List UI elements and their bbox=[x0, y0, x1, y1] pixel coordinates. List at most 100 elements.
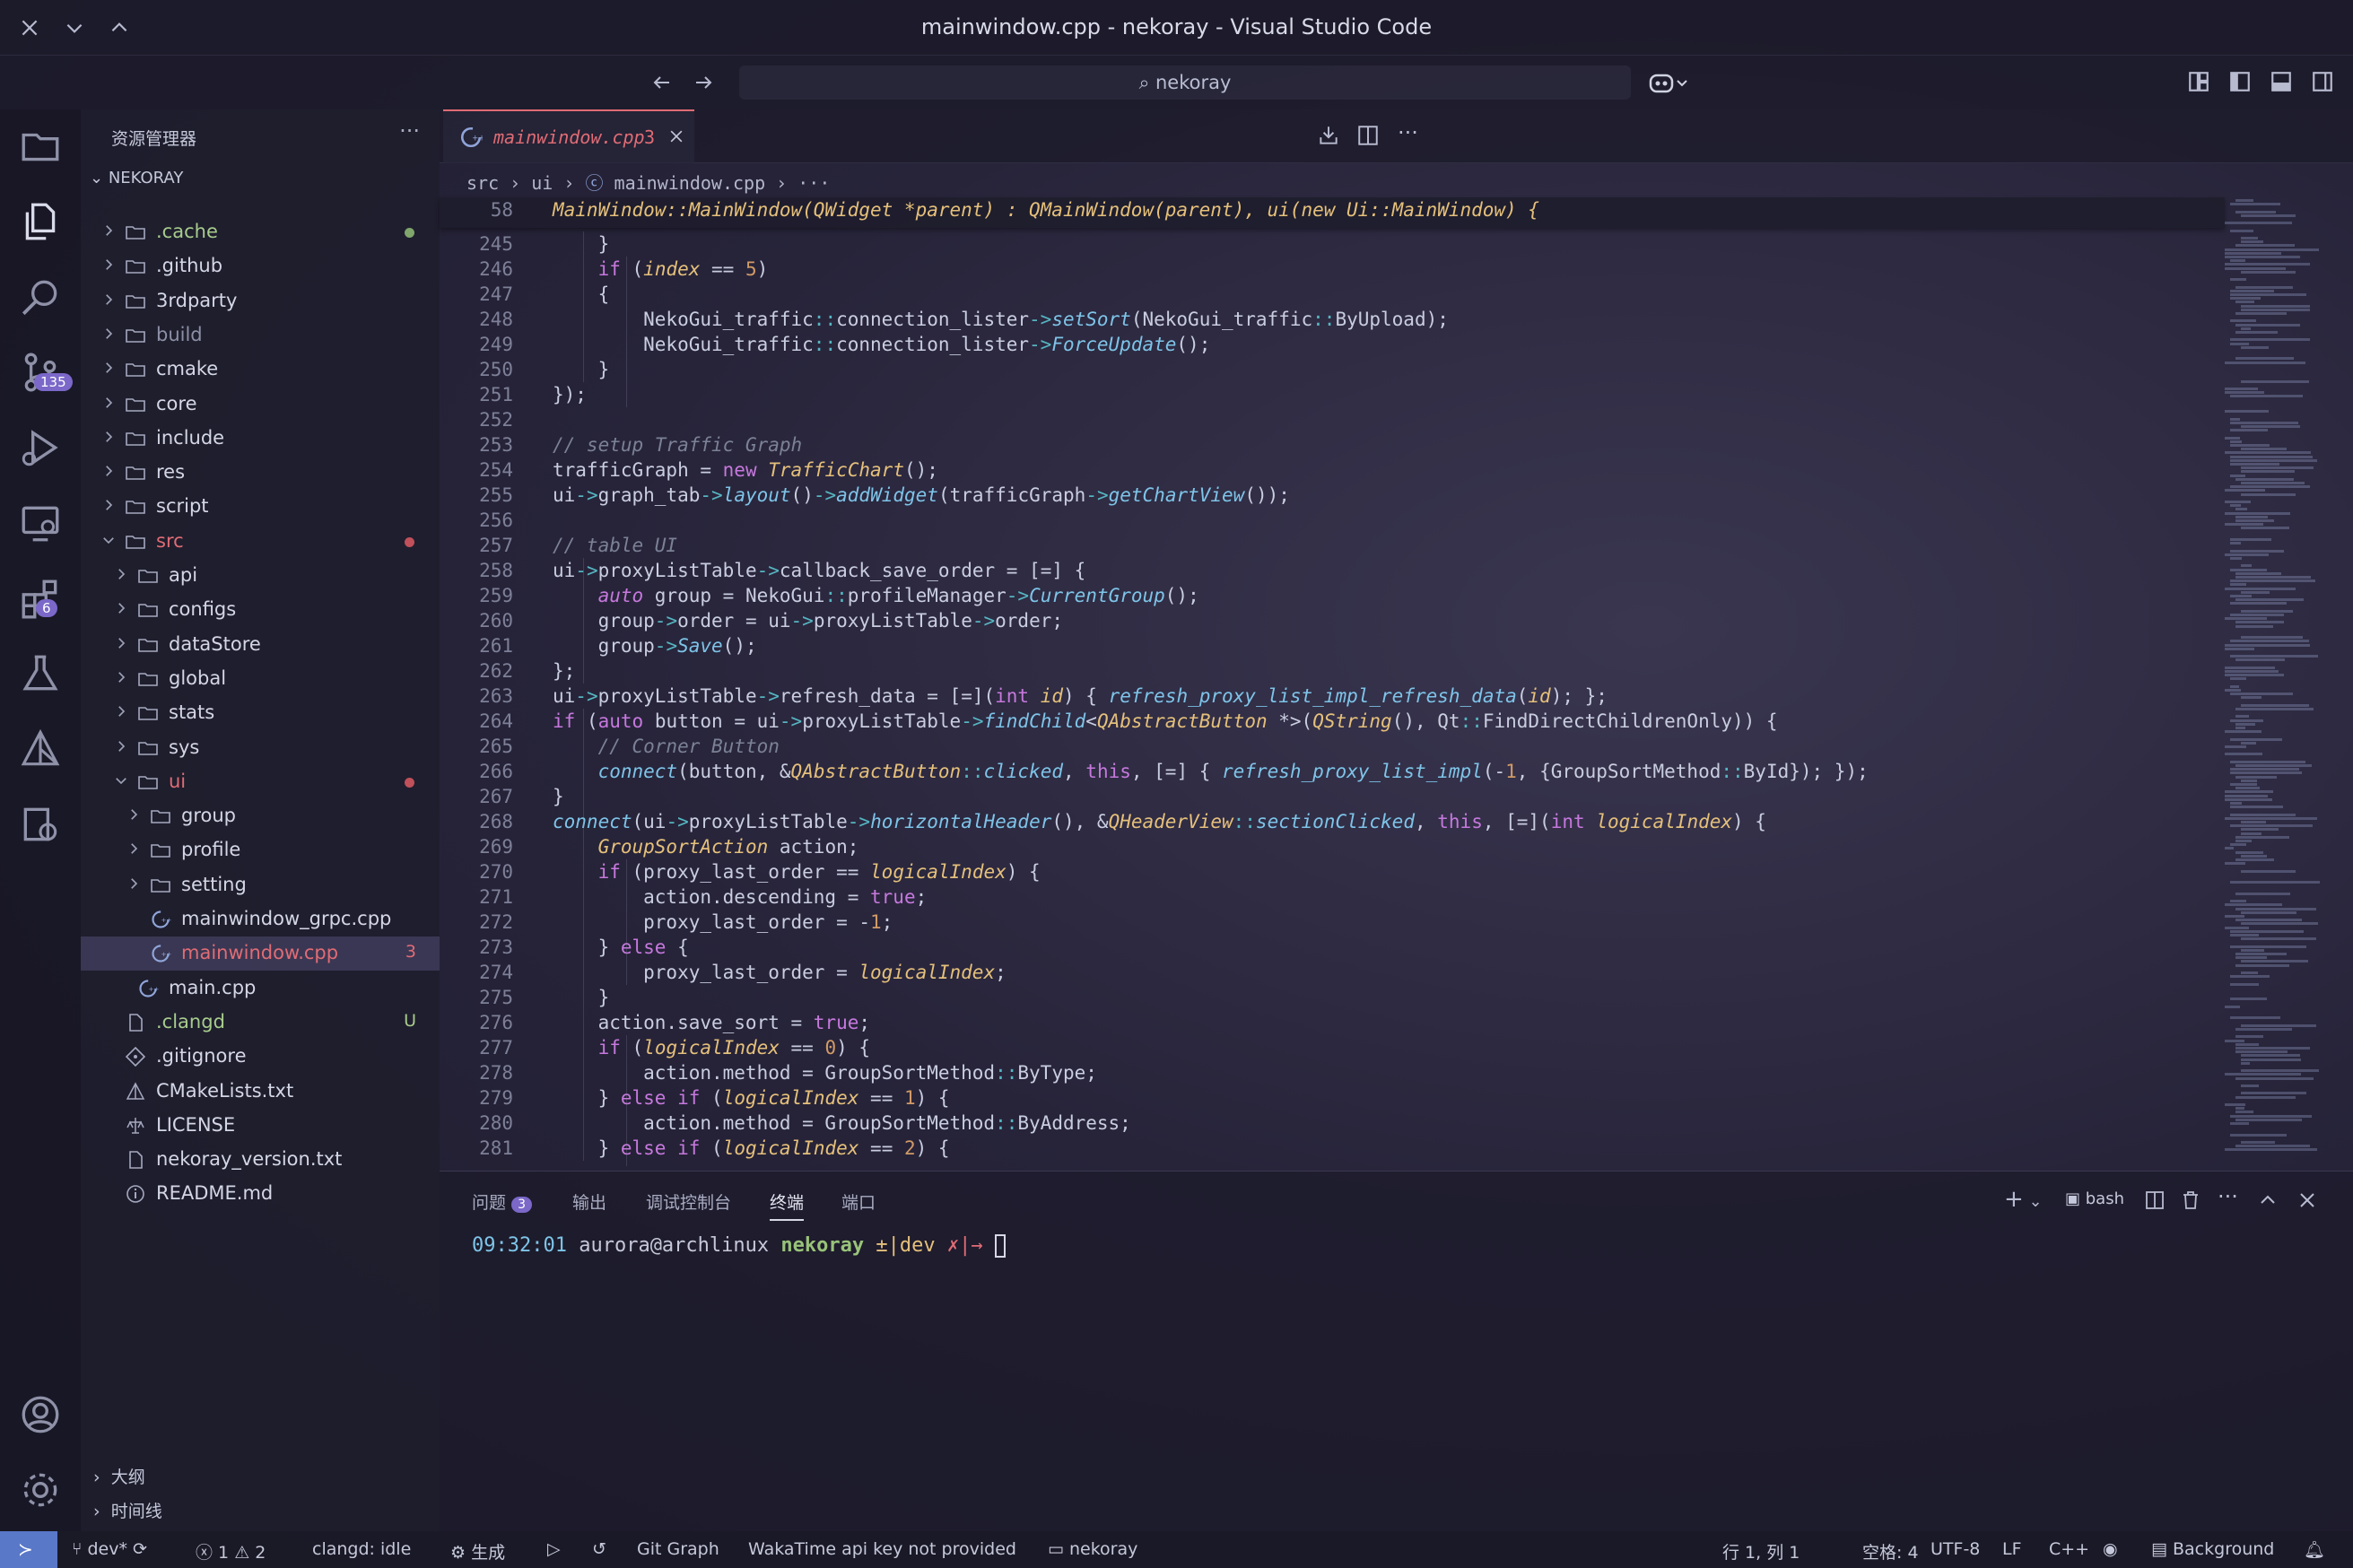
run-icon[interactable]: ▷ bbox=[547, 1539, 561, 1559]
remote-indicator[interactable]: ≻ bbox=[0, 1531, 57, 1568]
tree-file-row[interactable]: LICENSE bbox=[81, 1109, 440, 1143]
close-panel-icon[interactable] bbox=[2296, 1189, 2318, 1211]
breadcrumb-ui[interactable]: ui bbox=[531, 172, 553, 194]
wakatime-status[interactable]: WakaTime api key not provided bbox=[748, 1539, 1016, 1559]
tree-file-row[interactable]: ++ main.cpp bbox=[81, 971, 440, 1006]
breadcrumb-src[interactable]: src bbox=[466, 172, 499, 194]
tree-folder-row[interactable]: include bbox=[81, 422, 440, 456]
forward-arrow-icon[interactable] bbox=[693, 72, 714, 93]
tree-folder-row[interactable]: .cache bbox=[81, 215, 440, 249]
cursor-position[interactable]: 行 1, 列 1 bbox=[1722, 1539, 1800, 1564]
terminal-prompt[interactable]: 09:32:01 aurora@archlinux nekoray ±|dev … bbox=[472, 1234, 1006, 1258]
tree-file-row[interactable]: .gitignore bbox=[81, 1040, 440, 1074]
line-number: 254 bbox=[479, 459, 513, 481]
tree-file-row[interactable]: .clangd U bbox=[81, 1006, 440, 1040]
tree-folder-row[interactable]: src bbox=[81, 525, 440, 559]
run-debug-icon[interactable] bbox=[18, 425, 63, 470]
tree-folder-row[interactable]: 3rdparty bbox=[81, 284, 440, 318]
maximize-panel-icon[interactable] bbox=[2257, 1189, 2279, 1211]
tree-file-row[interactable]: README.md bbox=[81, 1177, 440, 1211]
tree-folder-row[interactable]: .github bbox=[81, 249, 440, 283]
tree-folder-row[interactable]: setting bbox=[81, 868, 440, 902]
close-tab-icon[interactable] bbox=[667, 127, 685, 145]
tree-folder-row[interactable]: profile bbox=[81, 833, 440, 867]
explorer-icon[interactable] bbox=[18, 199, 63, 244]
git-branch[interactable]: ⑂ dev* ⟳ bbox=[72, 1539, 147, 1559]
tree-folder-row[interactable]: sys bbox=[81, 731, 440, 765]
split-editor-icon[interactable] bbox=[1356, 124, 1380, 147]
tab-problems[interactable]: 问题 3 bbox=[472, 1189, 532, 1214]
background-toggle[interactable]: ▤ Background bbox=[2151, 1539, 2274, 1559]
notifications-icon[interactable]: 🔔︎ bbox=[2304, 1539, 2325, 1560]
minimap-line bbox=[2235, 850, 2263, 854]
breadcrumb-symbols[interactable]: ··· bbox=[797, 172, 830, 194]
copilot-status-icon[interactable]: ◉ bbox=[2103, 1539, 2118, 1559]
tab-mainwindow-cpp[interactable]: ++ mainwindow.cpp 3 bbox=[443, 109, 694, 163]
tree-file-row[interactable]: nekoray_version.txt bbox=[81, 1143, 440, 1177]
indentation[interactable]: 空格: 4 bbox=[1862, 1539, 1919, 1564]
minimap-line bbox=[2230, 538, 2272, 541]
minimap-line bbox=[2241, 213, 2296, 217]
clangd-status[interactable]: clangd: idle bbox=[312, 1539, 411, 1559]
new-terminal-button[interactable]: + ⌄ bbox=[2004, 1186, 2043, 1213]
tab-debug-console[interactable]: 调试控制台 bbox=[646, 1189, 731, 1214]
tree-file-row[interactable]: CMakeLists.txt bbox=[81, 1075, 440, 1109]
code-editor[interactable]: 245 } 246 if (index == 5) 247 {248 NekoGui… bbox=[440, 231, 2225, 1166]
panel-more-actions-button[interactable]: ··· bbox=[2218, 1184, 2238, 1209]
history-icon[interactable]: ↺ bbox=[592, 1539, 606, 1559]
tree-file-row[interactable]: ++ mainwindow_grpc.cpp bbox=[81, 902, 440, 936]
back-arrow-icon[interactable] bbox=[651, 72, 673, 93]
search-icon[interactable] bbox=[18, 274, 63, 319]
command-center-search[interactable]: ⌕ nekoray bbox=[739, 65, 1631, 100]
copilot-icon[interactable] bbox=[1649, 70, 1690, 95]
tab-output[interactable]: 输出 bbox=[572, 1189, 606, 1214]
tree-folder-row[interactable]: build bbox=[81, 318, 440, 353]
tree-folder-row[interactable]: stats bbox=[81, 696, 440, 730]
tree-folder-row[interactable]: core bbox=[81, 388, 440, 422]
workspace-root[interactable]: ⌄ NEKORAY bbox=[90, 169, 183, 187]
open-changes-icon[interactable] bbox=[1317, 124, 1340, 147]
workspace-folder[interactable]: ▭ nekoray bbox=[1048, 1539, 1137, 1559]
outline-section[interactable]: › 大纲 bbox=[93, 1464, 145, 1488]
tree-folder-row[interactable]: group bbox=[81, 799, 440, 833]
language-mode[interactable]: C++ bbox=[2049, 1539, 2089, 1559]
tree-folder-row[interactable]: global bbox=[81, 662, 440, 696]
more-actions-button[interactable]: ··· bbox=[399, 118, 420, 144]
accounts-icon[interactable] bbox=[18, 1392, 63, 1437]
sticky-scroll[interactable]: 58 MainWindow::MainWindow(QWidget *paren… bbox=[440, 197, 2225, 228]
indent-guide bbox=[626, 1035, 627, 1166]
tab-terminal[interactable]: 终端 bbox=[770, 1189, 805, 1221]
toggle-primary-sidebar-icon[interactable] bbox=[2228, 70, 2252, 93]
terminal-shell-selector[interactable]: ▣ bash bbox=[2065, 1189, 2124, 1208]
docker-settings-icon[interactable] bbox=[18, 802, 63, 847]
folder-icon[interactable] bbox=[18, 124, 63, 169]
testing-icon[interactable] bbox=[18, 651, 63, 696]
tree-file-row[interactable]: ++ mainwindow.cpp 3 bbox=[81, 936, 440, 971]
editor-more-actions-button[interactable]: ··· bbox=[1398, 120, 1418, 145]
minimap[interactable] bbox=[2225, 199, 2323, 1168]
cmake-icon[interactable] bbox=[18, 727, 63, 771]
tree-folder-row[interactable]: dataStore bbox=[81, 628, 440, 662]
tree-folder-row[interactable]: cmake bbox=[81, 353, 440, 387]
timeline-section[interactable]: › 时间线 bbox=[93, 1498, 162, 1522]
tree-folder-row[interactable]: res bbox=[81, 456, 440, 490]
end-of-line[interactable]: LF bbox=[2002, 1539, 2022, 1559]
toggle-secondary-sidebar-icon[interactable] bbox=[2311, 70, 2334, 93]
minimap-line bbox=[2230, 485, 2311, 489]
toggle-panel-icon[interactable] bbox=[2270, 70, 2293, 93]
problems-indicator[interactable]: ⓧ 1 ⚠ 2 bbox=[196, 1539, 266, 1564]
encoding[interactable]: UTF-8 bbox=[1930, 1539, 1980, 1559]
git-graph-button[interactable]: Git Graph bbox=[637, 1539, 719, 1559]
customize-layout-icon[interactable] bbox=[2187, 70, 2210, 93]
cmake-build-button[interactable]: ⚙ 生成 bbox=[450, 1539, 505, 1564]
tree-folder-row[interactable]: script bbox=[81, 490, 440, 524]
remote-explorer-icon[interactable] bbox=[18, 501, 63, 545]
tree-folder-row[interactable]: api bbox=[81, 559, 440, 593]
tree-folder-row[interactable]: ui bbox=[81, 765, 440, 799]
gear-icon[interactable] bbox=[18, 1468, 63, 1512]
tree-folder-row[interactable]: configs bbox=[81, 593, 440, 627]
trash-icon[interactable] bbox=[2180, 1189, 2201, 1211]
breadcrumb-file[interactable]: mainwindow.cpp bbox=[614, 172, 766, 194]
tab-ports[interactable]: 端口 bbox=[841, 1189, 876, 1214]
split-terminal-icon[interactable] bbox=[2144, 1189, 2166, 1211]
